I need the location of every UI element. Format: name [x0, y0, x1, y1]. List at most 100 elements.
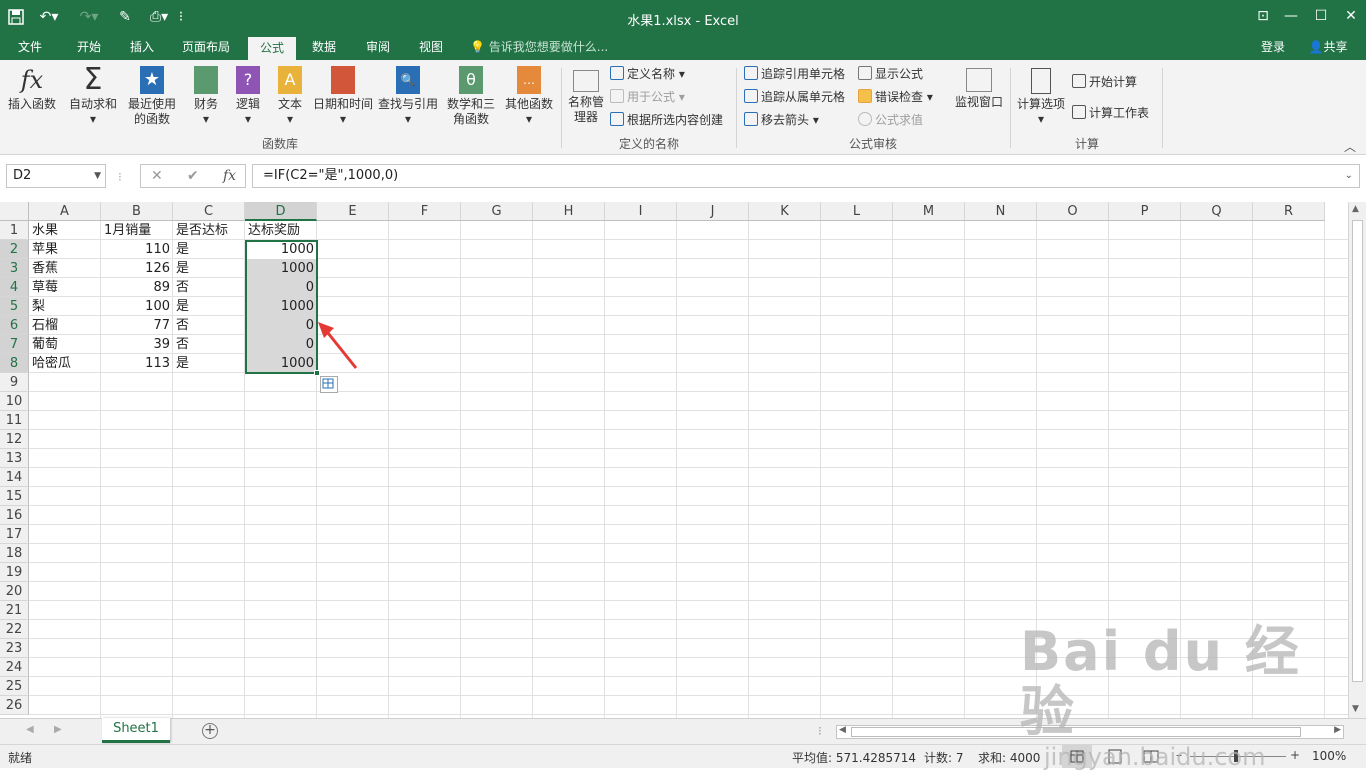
ribbon-display-icon[interactable]: ⊡	[1248, 5, 1278, 27]
row-header-20[interactable]: 20	[0, 582, 29, 601]
text-functions-button[interactable]: A 文本 ▾	[272, 62, 308, 127]
status-sum[interactable]: 求和: 4000	[978, 749, 1040, 766]
financial-button[interactable]: 财务 ▾	[188, 62, 224, 127]
tab-data[interactable]: 数据	[302, 36, 346, 60]
cell-c3[interactable]: 是	[173, 259, 245, 278]
tab-view[interactable]: 视图	[409, 36, 453, 60]
cell-b1[interactable]: 1月销量	[101, 221, 173, 240]
cell-b3[interactable]: 126	[101, 259, 173, 278]
zoom-in-icon[interactable]: +	[1290, 748, 1300, 762]
define-name-button[interactable]: 定义名称 ▾	[610, 65, 685, 83]
insert-function-button[interactable]: fx 插入函数	[4, 62, 60, 112]
insert-function-fx-icon[interactable]: fx	[223, 165, 236, 187]
cell-b5[interactable]: 100	[101, 297, 173, 316]
cell-d1[interactable]: 达标奖励	[245, 221, 317, 240]
page-layout-view-icon[interactable]	[1100, 745, 1130, 768]
vertical-scroll-thumb[interactable]	[1352, 220, 1363, 682]
column-header-l[interactable]: L	[821, 202, 893, 221]
cancel-icon[interactable]: ✕	[151, 165, 163, 187]
cell-c7[interactable]: 否	[173, 335, 245, 354]
zoom-slider[interactable]	[1190, 756, 1286, 757]
recent-functions-button[interactable]: ★ 最近使用的函数	[122, 62, 182, 127]
row-header-9[interactable]: 9	[0, 373, 29, 392]
row-header-6[interactable]: 6	[0, 316, 29, 335]
column-header-k[interactable]: K	[749, 202, 821, 221]
math-trig-button[interactable]: θ 数学和三角函数	[442, 62, 500, 127]
cell-b8[interactable]: 113	[101, 354, 173, 373]
cell-c6[interactable]: 否	[173, 316, 245, 335]
row-header-16[interactable]: 16	[0, 506, 29, 525]
evaluate-formula-button[interactable]: 公式求值	[858, 111, 923, 129]
cell-a6[interactable]: 石榴	[29, 316, 101, 335]
column-header-r[interactable]: R	[1253, 202, 1325, 221]
row-header-14[interactable]: 14	[0, 468, 29, 487]
vertical-scrollbar[interactable]: ▲ ▼	[1348, 202, 1366, 718]
page-break-view-icon[interactable]	[1136, 745, 1166, 768]
error-checking-button[interactable]: 错误检查 ▾	[858, 88, 933, 106]
cell-c4[interactable]: 否	[173, 278, 245, 297]
login-link[interactable]: 登录	[1255, 36, 1291, 60]
column-header-f[interactable]: F	[389, 202, 461, 221]
name-box[interactable]: D2 ▼	[6, 164, 106, 188]
logical-button[interactable]: ? 逻辑 ▾	[230, 62, 266, 127]
normal-view-icon[interactable]	[1062, 745, 1092, 768]
show-formulas-button[interactable]: 显示公式	[858, 65, 923, 83]
cell-b4[interactable]: 89	[101, 278, 173, 297]
row-header-15[interactable]: 15	[0, 487, 29, 506]
trace-dependents-button[interactable]: 追踪从属单元格	[744, 88, 845, 106]
row-header-1[interactable]: 1	[0, 221, 29, 240]
create-from-selection-button[interactable]: 根据所选内容创建	[610, 111, 723, 129]
cell-d6[interactable]: 0	[245, 316, 317, 335]
zoom-slider-thumb[interactable]	[1234, 750, 1238, 762]
cell-c1[interactable]: 是否达标	[173, 221, 245, 240]
lookup-button[interactable]: 🔍 查找与引用 ▾	[376, 62, 440, 127]
name-box-dropdown-icon[interactable]: ▼	[94, 165, 101, 187]
row-header-13[interactable]: 13	[0, 449, 29, 468]
autosum-button[interactable]: Σ 自动求和 ▾	[66, 62, 120, 127]
tab-review[interactable]: 审阅	[356, 36, 400, 60]
cell-c8[interactable]: 是	[173, 354, 245, 373]
column-header-a[interactable]: A	[29, 202, 101, 221]
horizontal-scroll-thumb[interactable]	[851, 727, 1301, 737]
cell-b6[interactable]: 77	[101, 316, 173, 335]
cell-b2[interactable]: 110	[101, 240, 173, 259]
cell-d5[interactable]: 1000	[245, 297, 317, 316]
column-header-n[interactable]: N	[965, 202, 1037, 221]
watch-window-button[interactable]: 监视窗口	[952, 62, 1006, 110]
calc-now-button[interactable]: 开始计算	[1072, 73, 1137, 91]
row-header-24[interactable]: 24	[0, 658, 29, 677]
formula-input[interactable]: =IF(C2="是",1000,0) ⌄	[252, 164, 1360, 188]
cell-d2[interactable]: 1000	[245, 240, 317, 259]
cell-a2[interactable]: 苹果	[29, 240, 101, 259]
name-manager-button[interactable]: 名称管理器	[564, 62, 608, 125]
worksheet-grid[interactable]: ABCDEFGHIJKLMNOPQR 1 2 3 4 5 6 7 8 9 10 11 12 13 14 15…	[0, 202, 1348, 718]
minimize-icon[interactable]: —	[1276, 5, 1306, 27]
select-all-corner[interactable]	[0, 202, 29, 221]
column-header-h[interactable]: H	[533, 202, 605, 221]
calc-options-button[interactable]: 计算选项 ▾	[1014, 62, 1068, 127]
horizontal-scrollbar[interactable]: ◀ ▶	[836, 725, 1344, 739]
cell-d7[interactable]: 0	[245, 335, 317, 354]
datetime-button[interactable]: 日期和时间 ▾	[312, 62, 374, 127]
cell-a8[interactable]: 哈密瓜	[29, 354, 101, 373]
row-header-25[interactable]: 25	[0, 677, 29, 696]
cell-a5[interactable]: 梨	[29, 297, 101, 316]
cell-a4[interactable]: 草莓	[29, 278, 101, 297]
column-header-g[interactable]: G	[461, 202, 533, 221]
tab-split-grip-icon[interactable]: ⁝	[818, 724, 822, 738]
cell-d4[interactable]: 0	[245, 278, 317, 297]
zoom-level[interactable]: 100%	[1312, 749, 1346, 763]
cell-a3[interactable]: 香蕉	[29, 259, 101, 278]
column-header-q[interactable]: Q	[1181, 202, 1253, 221]
column-header-d[interactable]: D	[245, 202, 317, 221]
more-functions-button[interactable]: … 其他函数 ▾	[502, 62, 556, 127]
status-count[interactable]: 计数: 7	[924, 749, 964, 766]
row-header-5[interactable]: 5	[0, 297, 29, 316]
use-in-formula-button[interactable]: 用于公式 ▾	[610, 88, 685, 106]
prev-sheet-icon[interactable]: ◀	[26, 724, 34, 735]
row-header-8[interactable]: 8	[0, 354, 29, 373]
column-header-i[interactable]: I	[605, 202, 677, 221]
collapse-ribbon-icon[interactable]: ︿	[1344, 138, 1356, 155]
row-header-23[interactable]: 23	[0, 639, 29, 658]
scroll-right-icon[interactable]: ▶	[1334, 725, 1341, 735]
